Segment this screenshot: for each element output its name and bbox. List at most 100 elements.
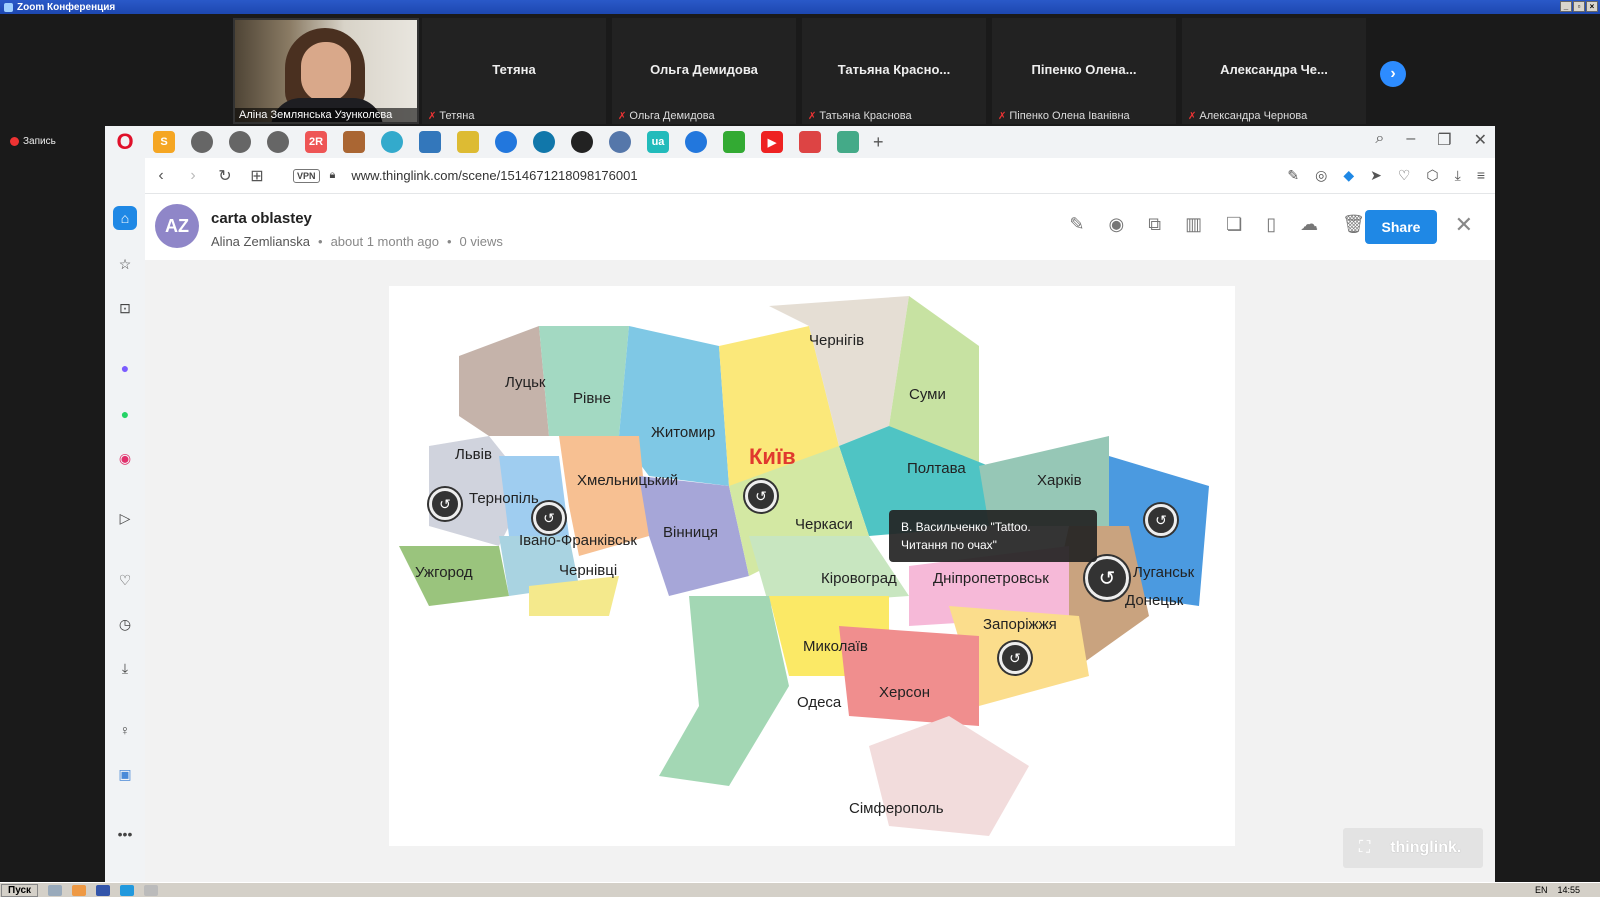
url-field[interactable]: www.thinglink.com/scene/1514671218098176…	[351, 168, 637, 183]
lock-icon[interactable]: 🔒︎	[330, 169, 336, 182]
tab-icon[interactable]	[191, 131, 213, 153]
zoom-taskbar-icon[interactable]	[120, 884, 135, 896]
menu-icon[interactable]: ≡	[1477, 167, 1485, 184]
embed-icon[interactable]: ⧉	[1148, 214, 1161, 235]
extensions-icon[interactable]: ⬡	[1426, 167, 1438, 184]
edit-page-icon[interactable]: ✎	[1287, 167, 1299, 184]
taskbar: Пуск EN 14:55	[0, 882, 1600, 897]
hotspot-icon[interactable]: ↺	[1085, 556, 1129, 600]
city-label: Херсон	[879, 684, 930, 701]
restore-button[interactable]: ▫	[1573, 1, 1585, 12]
translate-icon[interactable]: ▣	[113, 762, 137, 786]
fullscreen-icon[interactable]: ⛶	[1359, 839, 1370, 857]
close-icon[interactable]: ✕	[1455, 212, 1473, 238]
share-button[interactable]: Share	[1365, 210, 1437, 244]
city-label: Львів	[455, 446, 492, 463]
thinglink-badge[interactable]: ⛶ thinglink.	[1343, 828, 1483, 868]
hotspot-icon[interactable]: ↺	[745, 480, 777, 512]
scene-header: AZ carta oblastey Alina Zemlianska • abo…	[145, 194, 1495, 260]
stats-icon[interactable]: ▥	[1185, 214, 1202, 235]
copy-icon[interactable]: ❏	[1226, 214, 1242, 235]
download-icon[interactable]: ⤓	[113, 656, 137, 680]
city-label: Хмельницький	[577, 472, 679, 489]
tab-icon[interactable]	[381, 131, 403, 153]
more-icon[interactable]: •••	[113, 822, 137, 846]
send-icon[interactable]: ➤	[1370, 167, 1382, 184]
new-tab-plus-icon[interactable]: +	[873, 132, 884, 153]
restore-icon[interactable]: ❐	[1437, 130, 1451, 150]
language-indicator[interactable]: EN	[1535, 885, 1548, 895]
hotspot-icon[interactable]: ↺	[533, 502, 565, 534]
word-icon[interactable]	[96, 884, 111, 896]
tab-icon[interactable]: 2R	[305, 131, 327, 153]
tab-icon[interactable]	[419, 131, 441, 153]
minimize-button[interactable]: _	[1560, 1, 1572, 12]
heart-icon[interactable]: ♡	[1398, 167, 1411, 184]
start-button[interactable]: Пуск	[1, 883, 39, 897]
tab-icon[interactable]	[229, 131, 251, 153]
city-label: Кіровоград	[821, 570, 897, 587]
tab-icon[interactable]	[343, 131, 365, 153]
tab-icon[interactable]	[799, 131, 821, 153]
player-icon[interactable]: ▷	[113, 506, 137, 530]
vpn-badge[interactable]: VPN	[293, 168, 320, 183]
bag-icon[interactable]: ⊡	[113, 296, 137, 320]
tab-icon[interactable]	[571, 131, 593, 153]
whatsapp-icon[interactable]: ●	[113, 402, 137, 426]
history-icon[interactable]: ◷	[113, 612, 137, 636]
close-icon[interactable]: ✕	[1474, 130, 1487, 150]
next-participants-arrow-icon[interactable]: ›	[1380, 61, 1406, 87]
app-icon[interactable]	[144, 884, 159, 896]
eye-icon[interactable]: ◉	[1109, 214, 1125, 235]
lightbulb-icon[interactable]: ♀	[113, 718, 137, 742]
star-icon[interactable]: ☆	[113, 252, 137, 276]
tab-icon[interactable]	[723, 131, 745, 153]
opera-logo-icon[interactable]: O	[105, 129, 145, 155]
chrome-icon[interactable]	[72, 884, 87, 896]
participant-tile[interactable]: Тетяна ✗ Тетяна	[422, 18, 606, 124]
close-button[interactable]: ×	[1586, 1, 1598, 12]
messenger-icon[interactable]: ●	[113, 356, 137, 380]
tab-icon[interactable]	[609, 131, 631, 153]
author-name[interactable]: Alina Zemlianska	[211, 234, 310, 249]
shield-icon[interactable]: ◆	[1343, 167, 1354, 184]
hotspot-icon[interactable]: ↺	[1145, 504, 1177, 536]
tab-icon[interactable]	[267, 131, 289, 153]
tab-icon[interactable]	[457, 131, 479, 153]
tab-icon[interactable]	[685, 131, 707, 153]
back-icon[interactable]: ‹	[145, 167, 177, 185]
participant-tile[interactable]: Александра Че... ✗ Александра Чернова	[1182, 18, 1366, 124]
instagram-icon[interactable]: ◉	[113, 446, 137, 470]
participant-tile[interactable]: Татьяна Красно... ✗ Татьяна Краснова	[802, 18, 986, 124]
tab-icon[interactable]: S	[153, 131, 175, 153]
participant-tile[interactable]: Ольга Демидова ✗ Ольга Демидова	[612, 18, 796, 124]
odesa-region	[659, 596, 789, 786]
cloud-download-icon[interactable]: ☁	[1300, 214, 1318, 235]
snapshot-icon[interactable]: ◎	[1315, 167, 1327, 184]
pencil-icon[interactable]: ✎	[1069, 214, 1084, 235]
hotspot-icon[interactable]: ↺	[999, 642, 1031, 674]
avatar[interactable]: AZ	[155, 204, 199, 248]
participant-tile[interactable]: Піпенко Олена... ✗ Піпенко Олена Іванівна	[992, 18, 1176, 124]
heart-icon[interactable]: ♡	[113, 568, 137, 592]
opera-browser: O S 2R ua ▶ + ⌕ – ❐ ✕ ⌂ ☆ ⊡ ● ● ◉ ▷ ♡ ◷ …	[105, 126, 1495, 882]
tab-icon[interactable]	[495, 131, 517, 153]
download-icon[interactable]: ⤓	[1455, 167, 1461, 184]
forward-icon[interactable]: ›	[177, 167, 209, 185]
hotspot-tooltip: В. Васильченко "Tattoo. Читання по очах"	[889, 510, 1097, 562]
book-icon[interactable]: ▯	[1266, 214, 1276, 235]
trash-icon[interactable]: 🗑︎	[1342, 214, 1365, 235]
tab-icon[interactable]	[533, 131, 555, 153]
tab-icon[interactable]: ua	[647, 131, 669, 153]
explorer-icon[interactable]	[48, 884, 63, 896]
participant-display-name: Піпенко Олена...	[1031, 62, 1137, 77]
tab-icon-active[interactable]	[837, 131, 859, 153]
search-tabs-icon[interactable]: ⌕	[1375, 130, 1384, 150]
speed-dial-icon[interactable]: ⊞	[241, 166, 273, 186]
home-icon[interactable]: ⌂	[113, 206, 137, 230]
hotspot-icon[interactable]: ↺	[429, 488, 461, 520]
participant-video-tile[interactable]: Аліна Землянська Узунколєва	[233, 18, 419, 124]
reload-icon[interactable]: ↻	[209, 166, 241, 186]
minimize-icon[interactable]: –	[1406, 130, 1415, 150]
tab-icon[interactable]: ▶	[761, 131, 783, 153]
